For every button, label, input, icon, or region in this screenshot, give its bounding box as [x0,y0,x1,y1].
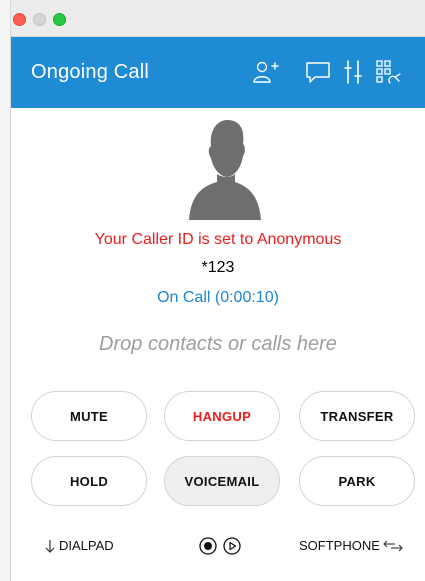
dialpad-toggle[interactable]: DIALPAD [45,538,114,553]
softphone-toggle[interactable]: SOFTPHONE [299,538,403,553]
page-title: Ongoing Call [31,61,150,83]
drop-zone[interactable]: Drop contacts or calls here [11,333,425,356]
window-titlebar [11,0,425,37]
call-header: Ongoing Call [11,37,425,108]
softphone-label: SOFTPHONE [299,538,380,553]
chat-icon[interactable] [303,57,333,87]
hangup-button[interactable]: HANGUP [164,391,280,441]
add-contact-icon[interactable] [250,57,280,87]
call-window: Ongoing Call Your Caller ID is set to An… [10,0,425,581]
play-icon[interactable] [223,537,241,555]
window-maximize-button[interactable] [53,13,66,26]
call-status: On Call (0:00:10) [157,289,279,306]
window-close-button[interactable] [13,13,26,26]
mute-button[interactable]: MUTE [31,391,147,441]
caller-avatar [189,116,261,220]
swap-icon [383,540,403,551]
dialpad-grid-icon[interactable] [373,57,403,87]
arrow-down-icon [45,539,55,553]
call-number: *123 [201,259,235,276]
park-button[interactable]: PARK [299,456,415,506]
audio-settings-icon[interactable] [338,57,368,87]
dialpad-label: DIALPAD [59,538,114,553]
hold-button[interactable]: HOLD [31,456,147,506]
record-icon[interactable] [199,537,217,555]
voicemail-button[interactable]: VOICEMAIL [164,456,280,506]
caller-id-notice: Your Caller ID is set to Anonymous [94,231,342,248]
transfer-button[interactable]: TRANSFER [299,391,415,441]
window-minimize-button[interactable] [33,13,46,26]
